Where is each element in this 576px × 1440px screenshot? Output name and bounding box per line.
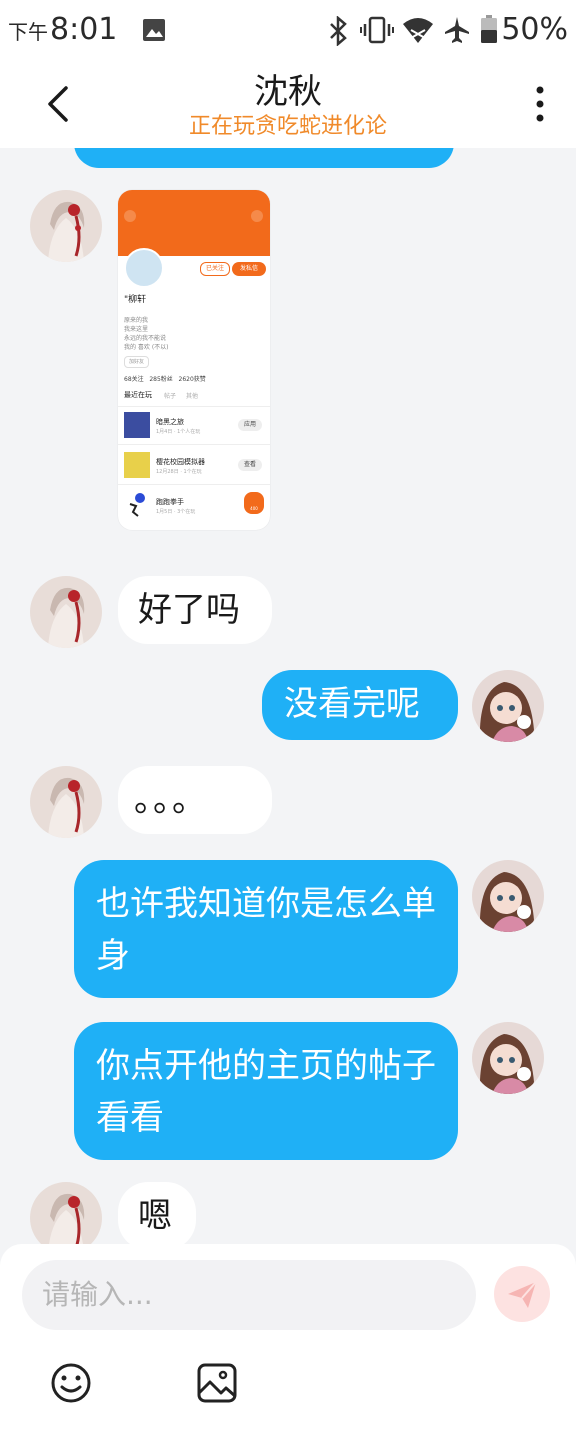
screenshot-game-action: 应用 [238, 419, 262, 431]
screenshot-stats: 68关注 285粉丝 2620获赞 [124, 376, 206, 383]
screenshot-game-meta: 1月5日 · 3个在玩 [156, 509, 196, 515]
screenshot-game-name: 跑跑拳手 [156, 498, 184, 506]
message-bubble[interactable]: 没看完呢 [262, 670, 458, 740]
send-button[interactable] [494, 1266, 550, 1322]
chat-title: 沈秋 [254, 72, 322, 112]
screenshot-game-meta: 1月4日 · 1个人在玩 [156, 429, 201, 435]
message-bubble[interactable]: 也许我知道你是怎么单身 [74, 860, 458, 998]
chat-subtitle: 正在玩贪吃蛇进化论 [188, 114, 387, 139]
screenshot-game-icon [124, 492, 150, 518]
send-icon [508, 1281, 537, 1308]
message-bubble[interactable]: 嗯 [118, 1182, 196, 1244]
screenshot-tab: 帖子 [164, 393, 177, 400]
image-icon[interactable] [196, 1362, 238, 1404]
contact-avatar[interactable] [30, 576, 102, 648]
contact-avatar[interactable] [30, 766, 102, 838]
shared-screenshot[interactable]: 已关注 发私信 "柳轩 原来的我 我来这里 永远的我不能说 我的 喜欢 (不以)… [118, 190, 270, 530]
screenshot-chat-button: 发私信 [232, 262, 266, 276]
screenshot-game-name: 暗黑之旅 [156, 418, 184, 426]
screenshot-header [118, 190, 270, 256]
screenshot-game-name: 樱花校园模拟器 [156, 458, 205, 466]
screenshot-game-icon [124, 452, 150, 478]
screenshot-more-icon [251, 210, 263, 222]
wifi-icon [403, 18, 433, 43]
screenshot-game-action: 查看 [238, 459, 262, 471]
status-time: 下午8:01 [8, 12, 118, 47]
screenshot-game-action: 400 [244, 492, 264, 514]
my-avatar[interactable] [472, 670, 544, 742]
screenshot-follow-button: 已关注 [200, 262, 230, 276]
screenshot-tab: 其他 [186, 393, 199, 400]
screenshot-tag: 加好友 [124, 356, 150, 368]
battery-percentage: 50% [501, 12, 568, 47]
message-list[interactable]: 已关注 发私信 "柳轩 原来的我 我来这里 永远的我不能说 我的 喜欢 (不以)… [0, 148, 576, 1244]
screenshot-game-meta: 12月28日 · 1个在玩 [156, 469, 202, 475]
screenshot-username: "柳轩 [124, 295, 147, 305]
chat-header: 沈秋 正在玩贪吃蛇进化论 [0, 60, 576, 148]
emoji-icon[interactable] [50, 1362, 92, 1404]
screenshot-section-title: 最近在玩 [124, 391, 152, 399]
message-bubble[interactable]: 好了吗 [118, 576, 272, 644]
screenshot-game-icon [124, 412, 150, 438]
status-bar: 下午8:01 50% [0, 0, 576, 60]
message-input[interactable]: 请输入... [22, 1260, 476, 1330]
battery-icon [481, 15, 497, 43]
my-avatar[interactable] [472, 1022, 544, 1094]
input-bar: 请输入... [0, 1244, 576, 1440]
screenshot-back-icon [124, 210, 136, 222]
contact-avatar[interactable] [30, 190, 102, 262]
message-bubble[interactable]: 你点开他的主页的帖子看看 [74, 1022, 458, 1160]
screenshot-bio: 原来的我 我来这里 永远的我不能说 我的 喜欢 (不以) [124, 317, 169, 351]
vibrate-icon [360, 16, 394, 44]
contact-avatar[interactable] [30, 1182, 102, 1244]
message-bubble[interactable]: 。。。 [118, 766, 272, 834]
my-avatar[interactable] [472, 860, 544, 932]
bluetooth-icon [330, 16, 347, 46]
airplane-mode-icon [445, 17, 469, 43]
message-bubble-partial [74, 148, 454, 168]
gallery-notification-icon [143, 19, 165, 41]
more-vertical-icon[interactable] [532, 84, 548, 124]
screenshot-avatar [124, 248, 164, 288]
